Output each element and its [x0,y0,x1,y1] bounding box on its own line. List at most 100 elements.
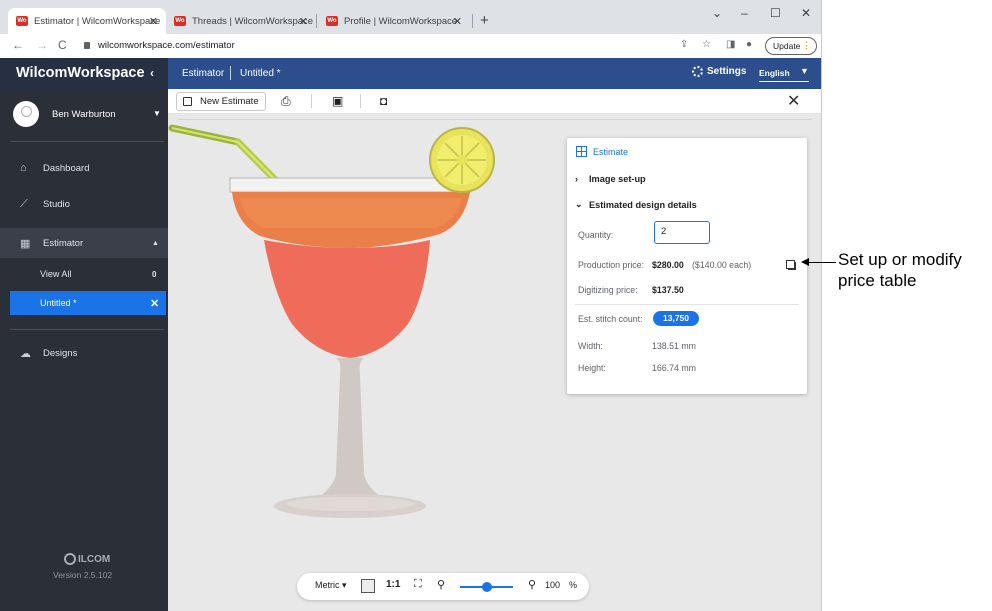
sidebar-item-label: Estimator [43,237,84,249]
sidebar-subitem-label: View All [40,269,72,279]
tab-threads[interactable]: Wo Threads | WilcomWorkspace ✕ [166,8,316,34]
sidebar-item-designs[interactable]: ☁ Designs [0,338,168,368]
update-button[interactable]: Update ⋮ [765,37,817,55]
logo-text: ILCOM [78,553,111,565]
sidebar-item-studio[interactable]: ⟋ Studio [0,189,168,219]
new-estimate-button[interactable]: New Estimate [176,92,266,111]
bookmark-star-icon[interactable]: ☆ [702,39,711,50]
caret-down-icon[interactable]: ▼ [800,66,809,76]
home-icon: ⌂ [20,162,27,174]
digitizing-price-label: Digitizing price: [578,285,638,295]
breadcrumb-estimator[interactable]: Estimator [182,68,224,79]
fit-screen-icon[interactable]: ⛶ [414,578,422,591]
caret-up-icon: ▲ [152,239,159,247]
wilcom-logo-icon [64,553,76,565]
profile-icon[interactable]: ● [746,39,752,50]
caret-down-icon[interactable]: ▼ [153,109,161,118]
stitch-count-label: Est. stitch count: [578,314,643,324]
minimize-icon[interactable]: – [741,6,748,20]
collapse-sidebar-icon[interactable]: ‹ [150,66,154,80]
background-color-swatch[interactable] [361,579,375,593]
sidebar-item-estimator[interactable]: ▦ Estimator ▲ [0,228,168,258]
cloud-icon: ☁ [20,347,31,360]
production-price-each: ($140.00 each) [692,260,752,270]
new-estimate-label: New Estimate [200,96,259,107]
sidebar-item-label: Studio [43,198,70,210]
close-icon[interactable]: ✕ [149,15,158,28]
save-icon[interactable]: ▣ [332,94,343,108]
close-icon[interactable]: ✕ [150,297,159,310]
close-icon[interactable]: ✕ [453,15,462,28]
wilcom-favicon-icon: Wo [326,16,338,26]
sidebar-item-dashboard[interactable]: ⌂ Dashboard [0,153,168,183]
sidebar: Ben Warburton ▼ ⌂ Dashboard ⟋ Studio ▦ E… [0,89,168,611]
height-value: 166.74 mm [652,363,697,373]
save-as-icon[interactable]: ◘ [380,94,387,108]
estimate-panel-title: Estimate [576,146,628,157]
design-details-section[interactable]: ⌄ Estimated design details [575,199,697,210]
grid-icon: ▦ [20,237,31,250]
url-text: wilcomworkspace.com/estimator [98,40,235,51]
estimate-grid-icon [576,146,587,157]
sidebar-subitem-untitled[interactable]: Untitled * ✕ [10,291,166,315]
wilcom-favicon-icon: Wo [174,16,186,26]
zoom-in-icon[interactable]: ⚲ [528,578,536,591]
zoom-percent: 100 [545,580,561,590]
update-label: Update [773,41,801,51]
digitizing-price-value: $137.50 [652,285,684,295]
sidebar-subitem-view-all[interactable]: View All 0 [10,262,166,286]
zoom-percent-sign: % [569,580,578,590]
zoom-out-icon[interactable]: ⚲ [437,578,445,591]
tab-profile[interactable]: Wo Profile | WilcomWorkspace ✕ [318,8,470,34]
sidebar-subitem-label: Untitled * [40,298,77,308]
chevron-down-icon[interactable]: ⌄ [712,6,722,20]
toolbar-separator [360,94,361,108]
reload-icon[interactable]: C [58,38,67,52]
forward-arrow-icon[interactable]: → [36,38,48,52]
tab-separator [472,14,473,28]
wilcom-favicon-icon: Wo [16,16,28,26]
estimate-panel: Estimate › Image set-up ⌄ Estimated desi… [567,138,807,394]
unit-select[interactable]: Metric ▾ [315,580,347,591]
chart-icon: ⟋ [20,197,28,210]
new-document-icon [183,97,192,106]
image-setup-section[interactable]: › Image set-up [575,174,646,184]
sidebar-divider [10,329,164,330]
quantity-label: Quantity: [578,230,614,240]
count-badge: 0 [152,269,157,279]
settings-button[interactable]: Settings [692,66,746,77]
production-price-label: Production price: [578,260,645,270]
price-table-icon[interactable] [786,260,796,270]
new-tab-plus-icon[interactable]: + [480,12,489,29]
avatar [13,101,39,127]
share-icon[interactable]: ⇪ [680,39,688,50]
breadcrumb-untitled: Untitled * [240,68,281,79]
stitch-count-badge: 13,750 [653,311,699,326]
actual-size-button[interactable]: 1:1 [386,579,400,590]
language-underline [759,81,809,82]
side-panel-icon[interactable]: ◨ [726,39,735,50]
tab-title: Profile | WilcomWorkspace [344,15,458,27]
window-close-icon[interactable]: ✕ [801,6,811,20]
language-select[interactable]: English [759,68,790,78]
url-field[interactable]: wilcomworkspace.com/estimator [84,40,235,51]
tab-title: Estimator | WilcomWorkspace [34,15,161,27]
print-icon[interactable]: ⎙ [281,94,291,109]
toolbar: New Estimate ⎙ ▣ ◘ ✕ [168,89,821,114]
version-text: Version 2.5.102 [53,570,113,580]
sidebar-item-label: Designs [43,347,78,359]
quantity-input[interactable]: 2 [654,221,710,244]
chevron-down-icon: ⌄ [575,199,583,209]
user-menu[interactable]: Ben Warburton ▼ [0,89,168,139]
close-icon[interactable]: ✕ [299,15,308,28]
chevron-right-icon: › [575,174,578,184]
callout-text: Set up or modify price table [838,249,962,291]
maximize-icon[interactable]: ☐ [770,6,781,20]
zoom-slider-handle[interactable] [482,582,492,592]
back-arrow-icon[interactable]: ← [12,38,24,52]
tab-estimator[interactable]: Wo Estimator | WilcomWorkspace ✕ [8,8,166,34]
close-icon[interactable]: ✕ [787,91,800,111]
wilcom-logo: ILCOM [64,553,110,565]
zoom-toolbar: Metric ▾ 1:1 ⛶ ⚲ ⚲ 100 % [297,573,589,600]
user-name: Ben Warburton [52,109,116,120]
